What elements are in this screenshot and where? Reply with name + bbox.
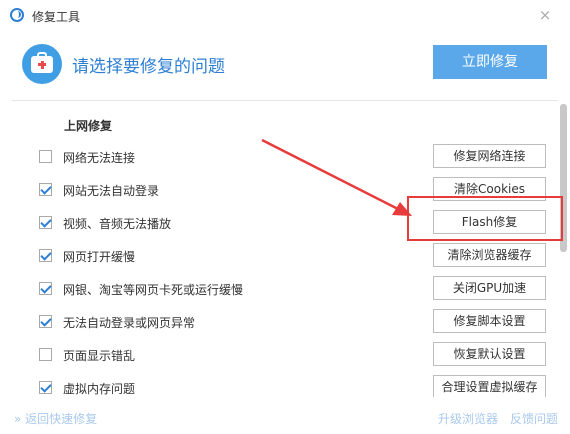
list-item: 页面显示错乱 恢复默认设置	[12, 338, 558, 371]
list-item: 虚拟内存问题 合理设置虚拟缓存	[12, 371, 558, 397]
row-checkbox[interactable]	[39, 348, 52, 361]
repair-script-button[interactable]: 修复脚本设置	[433, 309, 546, 333]
list-item: 视频、音频无法播放 Flash修复	[12, 206, 558, 239]
clear-cookies-button[interactable]: 清除Cookies	[433, 177, 546, 201]
footer: » 返回快速修复 升级浏览器 反馈问题	[0, 400, 570, 434]
row-checkbox[interactable]	[39, 381, 52, 394]
row-label: 页面显示错乱	[63, 349, 136, 363]
row-checkbox[interactable]	[39, 183, 52, 196]
restore-defaults-button[interactable]: 恢复默认设置	[433, 342, 546, 366]
row-checkbox[interactable]	[39, 150, 52, 163]
upgrade-browser-link[interactable]: 升级浏览器	[438, 410, 498, 427]
row-label: 网页打开缓慢	[63, 250, 136, 264]
browser-logo-icon	[10, 8, 24, 22]
row-label: 网银、淘宝等网页卡死或运行缓慢	[63, 283, 244, 297]
medical-kit-icon	[22, 44, 62, 84]
row-label: 视频、音频无法播放	[63, 217, 172, 231]
row-label: 网站无法自动登录	[63, 184, 160, 198]
list-item: 网页打开缓慢 清除浏览器缓存	[12, 239, 558, 272]
repair-now-button[interactable]: 立即修复	[433, 45, 547, 79]
repair-list-panel: 上网修复 网络无法连接 修复网络连接 网站无法自动登录 清除Cookies 视频…	[12, 101, 558, 397]
window-title: 修复工具	[32, 10, 81, 24]
section-title: 上网修复	[64, 119, 113, 133]
row-checkbox[interactable]	[39, 216, 52, 229]
clear-cache-button[interactable]: 清除浏览器缓存	[433, 243, 546, 267]
disable-gpu-button[interactable]: 关闭GPU加速	[433, 276, 546, 300]
back-quick-repair-link[interactable]: » 返回快速修复	[14, 410, 97, 427]
row-checkbox[interactable]	[39, 282, 52, 295]
scrollbar-thumb[interactable]	[560, 104, 567, 252]
row-checkbox[interactable]	[39, 249, 52, 262]
row-checkbox[interactable]	[39, 315, 52, 328]
repair-network-button[interactable]: 修复网络连接	[433, 144, 546, 168]
list-item: 网络无法连接 修复网络连接	[12, 140, 558, 173]
title-bar: 修复工具 ×	[0, 0, 570, 32]
feedback-link[interactable]: 反馈问题	[510, 410, 558, 427]
list-item: 无法自动登录或网页异常 修复脚本设置	[12, 305, 558, 338]
close-button[interactable]: ×	[535, 5, 555, 25]
row-label: 无法自动登录或网页异常	[63, 316, 196, 330]
flash-repair-button[interactable]: Flash修复	[433, 210, 546, 234]
row-label: 网络无法连接	[63, 151, 136, 165]
row-label: 虚拟内存问题	[63, 382, 136, 396]
page-title: 请选择要修复的问题	[72, 57, 225, 77]
list-item: 网站无法自动登录 清除Cookies	[12, 173, 558, 206]
list-item: 网银、淘宝等网页卡死或运行缓慢 关闭GPU加速	[12, 272, 558, 305]
virtual-cache-button[interactable]: 合理设置虚拟缓存	[433, 375, 546, 397]
